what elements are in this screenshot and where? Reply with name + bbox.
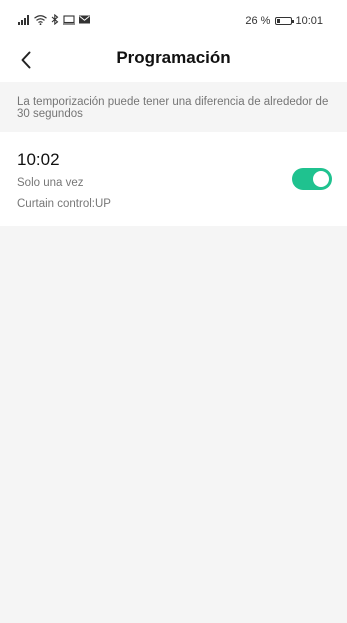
screen-icon — [63, 14, 75, 25]
info-banner: La temporización puede tener una diferen… — [0, 82, 347, 132]
clock: 10:01 — [295, 15, 323, 27]
page-title: Programación — [116, 48, 231, 67]
mail-icon — [79, 15, 90, 24]
wifi-icon — [34, 14, 47, 25]
battery-level-fill — [277, 19, 281, 23]
signal-icon — [18, 14, 29, 25]
app-header: Programación — [0, 42, 347, 78]
status-bar: 26 % 10:01 — [0, 0, 347, 42]
toggle-knob — [313, 171, 329, 187]
empty-list-area — [0, 226, 347, 623]
timer-action: Curtain control:UP — [17, 198, 111, 210]
timer-toggle[interactable] — [292, 168, 332, 190]
timer-repeat: Solo una vez — [17, 177, 84, 189]
info-text: La temporización puede tener una diferen… — [17, 96, 329, 120]
battery-percent: 26 % — [245, 15, 271, 27]
timer-time: 10:02 — [17, 150, 60, 169]
status-icons-left — [18, 14, 90, 25]
bluetooth-icon — [51, 14, 59, 25]
timer-item[interactable]: 10:02 Solo una vez Curtain control:UP — [0, 132, 347, 226]
battery-icon — [275, 17, 295, 25]
status-icons-right: 26 % 10:01 — [245, 15, 323, 27]
